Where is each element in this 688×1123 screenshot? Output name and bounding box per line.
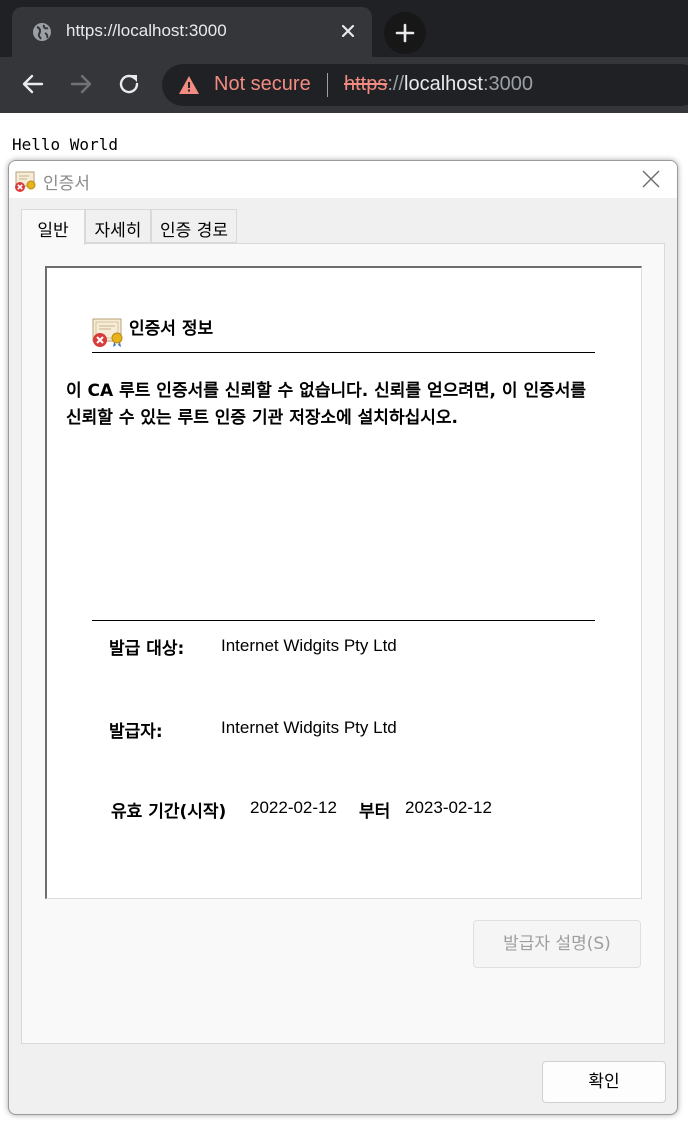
- url-scheme: https: [344, 73, 388, 95]
- valid-from-value: 2022-02-12: [250, 798, 337, 817]
- issued-to-label: 발급 대상:: [109, 639, 185, 659]
- not-secure-label[interactable]: Not secure: [214, 73, 311, 96]
- omnibox-divider: [327, 73, 328, 97]
- issued-by-label: 발급자:: [109, 722, 163, 742]
- browser-tabstrip: https://localhost:3000: [0, 0, 688, 57]
- browser-tab[interactable]: https://localhost:3000: [12, 7, 372, 57]
- plus-icon: [395, 23, 415, 43]
- tab-details[interactable]: 자세히: [85, 209, 151, 243]
- reload-icon[interactable]: [116, 71, 142, 97]
- url-port: :3000: [482, 73, 534, 95]
- issuer-statement-button[interactable]: 발급자 설명(S): [473, 920, 641, 968]
- address-bar[interactable]: Not secure https://localhost:3000: [162, 64, 688, 106]
- page-body-text: Hello World: [12, 135, 118, 154]
- globe-icon: [33, 23, 51, 41]
- issued-by-value: Internet Widgits Pty Ltd: [221, 718, 397, 737]
- dialog-title: 인증서: [43, 174, 90, 194]
- url-text[interactable]: https://localhost:3000: [344, 73, 533, 96]
- close-tab-icon[interactable]: [338, 21, 358, 41]
- ok-button[interactable]: 확인: [542, 1061, 666, 1103]
- forward-arrow-icon[interactable]: [68, 71, 94, 97]
- tab-general[interactable]: 일반: [21, 209, 85, 245]
- certificate-info-box: 인증서 정보 이 CA 루트 인증서를 신뢰할 수 없습니다. 신뢰를 얻으려면…: [45, 266, 642, 899]
- certificate-error-icon: [15, 171, 36, 192]
- title-divider: [92, 352, 595, 353]
- browser-toolbar: Not secure https://localhost:3000: [0, 57, 688, 113]
- certificate-info-title: 인증서 정보: [129, 319, 214, 339]
- warning-triangle-icon[interactable]: [178, 74, 200, 96]
- back-arrow-icon[interactable]: [20, 71, 46, 97]
- dialog-titlebar: 인증서: [9, 161, 677, 198]
- valid-to-value: 2023-02-12: [405, 798, 492, 817]
- validity-from-label: 유효 기간(시작): [111, 802, 227, 822]
- fields-divider: [92, 620, 595, 621]
- certificate-dialog: 인증서 일반 자세히 인증 경로 인증서 정보 이 CA 루트 인증서를 신뢰할…: [8, 160, 678, 1115]
- close-icon[interactable]: [641, 169, 661, 189]
- issued-to-value: Internet Widgits Pty Ltd: [221, 636, 397, 655]
- url-host: localhost: [404, 73, 483, 95]
- tab-title: https://localhost:3000: [66, 21, 227, 40]
- url-slashes: ://: [387, 73, 405, 95]
- untrusted-root-warning: 이 CA 루트 인증서를 신뢰할 수 없습니다. 신뢰를 얻으려면, 이 인증서…: [66, 381, 587, 428]
- tab-certification-path[interactable]: 인증 경로: [151, 209, 237, 243]
- validity-to-label: 부터: [359, 802, 391, 822]
- certificate-error-icon: [92, 318, 123, 347]
- new-tab-button[interactable]: [384, 12, 426, 54]
